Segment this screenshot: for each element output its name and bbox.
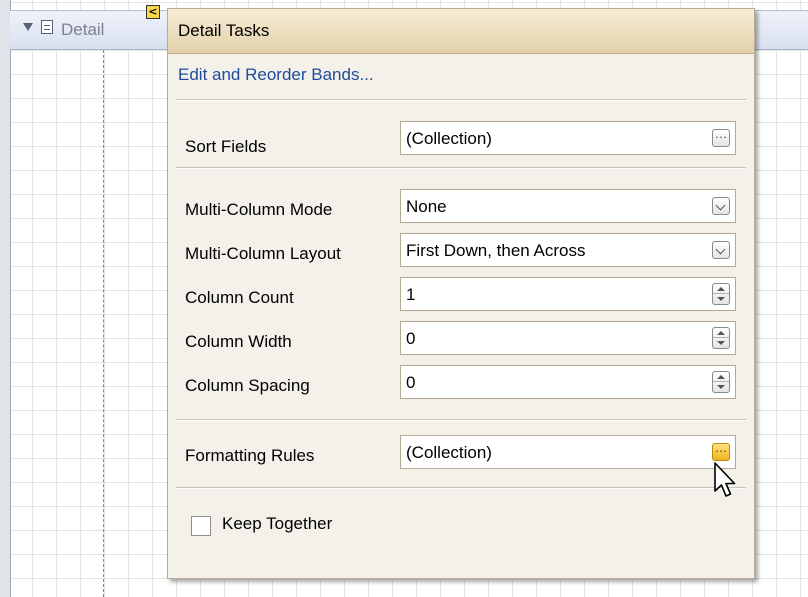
panel-title-bar: Detail Tasks	[168, 9, 754, 54]
column-width-stepper[interactable]	[712, 327, 730, 349]
decrement-icon[interactable]	[713, 338, 729, 348]
band-label: Detail	[61, 20, 105, 39]
increment-icon[interactable]	[713, 284, 729, 294]
column-width-label: Column Width	[185, 332, 292, 351]
column-width-value: 0	[406, 329, 416, 348]
multi-column-mode-value: None	[406, 197, 447, 216]
increment-icon[interactable]	[713, 328, 729, 338]
separator	[176, 99, 746, 101]
mouse-pointer-icon	[714, 462, 736, 497]
multi-column-layout-select[interactable]: First Down, then Across	[400, 233, 736, 267]
sort-fields-label: Sort Fields	[185, 137, 267, 156]
keep-together-checkbox[interactable]	[191, 516, 211, 536]
separator	[176, 487, 746, 489]
increment-icon[interactable]	[713, 372, 729, 382]
separator	[176, 167, 746, 169]
smart-tag-icon[interactable]: <	[146, 5, 160, 19]
chevron-down-icon[interactable]	[712, 241, 730, 259]
formatting-rules-label: Formatting Rules	[185, 446, 315, 465]
multi-column-mode-select[interactable]: None	[400, 189, 736, 223]
margin-guide	[103, 50, 104, 597]
formatting-rules-field[interactable]: (Collection)	[400, 435, 736, 469]
column-count-input[interactable]: 1	[400, 277, 736, 311]
keep-together-label[interactable]: Keep Together	[222, 514, 332, 534]
edit-reorder-bands-link[interactable]: Edit and Reorder Bands...	[178, 65, 374, 85]
column-spacing-input[interactable]: 0	[400, 365, 736, 399]
column-spacing-value: 0	[406, 373, 416, 392]
separator	[176, 419, 746, 421]
decrement-icon[interactable]	[713, 294, 729, 304]
column-width-input[interactable]: 0	[400, 321, 736, 355]
column-count-stepper[interactable]	[712, 283, 730, 305]
sort-fields-ellipsis-button[interactable]	[712, 126, 730, 147]
band-icon	[41, 20, 53, 34]
sort-fields-field[interactable]: (Collection)	[400, 121, 736, 155]
multi-column-mode-label: Multi-Column Mode	[185, 200, 333, 219]
panel-title: Detail Tasks	[178, 21, 270, 40]
multi-column-layout-value: First Down, then Across	[406, 241, 586, 260]
column-spacing-label: Column Spacing	[185, 376, 310, 395]
formatting-rules-value: (Collection)	[406, 443, 492, 462]
multi-column-layout-label: Multi-Column Layout	[185, 244, 341, 263]
formatting-rules-ellipsis-button[interactable]	[712, 440, 730, 461]
decrement-icon[interactable]	[713, 382, 729, 392]
collapse-arrow-icon[interactable]	[23, 23, 33, 31]
sort-fields-value: (Collection)	[406, 129, 492, 148]
detail-tasks-panel: Detail Tasks Edit and Reorder Bands... S…	[167, 8, 755, 579]
column-count-value: 1	[406, 285, 416, 304]
chevron-down-icon[interactable]	[712, 197, 730, 215]
column-spacing-stepper[interactable]	[712, 371, 730, 393]
ruler-edge	[0, 0, 11, 597]
column-count-label: Column Count	[185, 288, 294, 307]
